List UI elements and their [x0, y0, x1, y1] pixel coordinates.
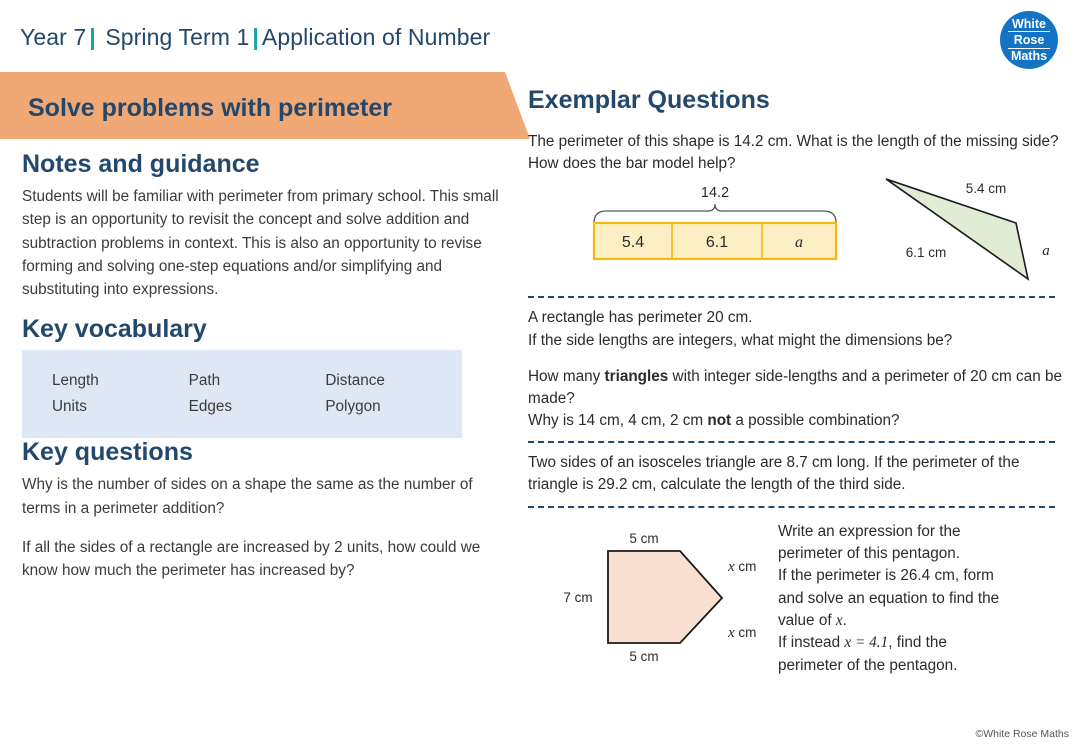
- brace-icon: [593, 204, 837, 224]
- pentagon-upper-right-label: x cm: [727, 559, 756, 575]
- triangle-top-label: 5.4 cm: [966, 181, 1007, 196]
- logo-line-maths: Maths: [1010, 48, 1048, 63]
- exemplar-q2-line2: If the side lengths are integers, what m…: [528, 331, 953, 349]
- breadcrumb-separator-2: |: [252, 24, 259, 50]
- key-question-2: If all the sides of a rectangle are incr…: [22, 538, 481, 579]
- notes-section: Notes and guidance Students will be fami…: [22, 150, 500, 301]
- q5-line-6: If instead x = 4.1, find the: [778, 632, 1068, 654]
- breadcrumb-term: Spring Term 1: [105, 24, 250, 50]
- q5-line-5: value of x.: [778, 610, 1068, 632]
- q5-line-7: perimeter of the pentagon.: [778, 656, 958, 674]
- vocab-term: Length: [52, 372, 99, 390]
- vocab-term: Distance: [325, 372, 385, 390]
- notes-text: Students will be familiar with perimeter…: [22, 188, 499, 298]
- question-1-diagrams: 14.2 5.4 6.1 a 5.4 cm 6.1 cm a: [528, 175, 1068, 287]
- page-header: Year 7 | Spring Term 1 | Application of Num…: [0, 0, 1084, 72]
- triangle-shape: [885, 178, 1030, 282]
- bar-cell-label: a: [795, 234, 803, 251]
- exemplar-q5-text: Write an expression for the perimeter of…: [778, 521, 1068, 677]
- vocab-term: Path: [188, 372, 221, 390]
- q5-var-x: x: [835, 611, 843, 629]
- vocab-term: Polygon: [325, 398, 381, 416]
- q5-line-4: and solve an equation to find the: [778, 589, 1000, 607]
- exemplar-q4-text: Two sides of an isosceles triangle are 8…: [528, 454, 1020, 494]
- q3-text-d: a possible combination?: [731, 412, 900, 430]
- pentagon-left-label: 7 cm: [563, 590, 592, 605]
- triangle-left-label: 6.1 cm: [906, 245, 947, 260]
- breadcrumb-separator-1: |: [89, 24, 96, 50]
- exemplar-heading: Exemplar Questions: [528, 86, 770, 114]
- key-questions-section: Key questions Why is the number of sides…: [22, 438, 500, 582]
- vocab-term: Edges: [188, 398, 233, 416]
- exemplar-q3-line1: How many triangles with integer side-len…: [528, 366, 1068, 410]
- bar-model-total-label: 14.2: [701, 185, 729, 201]
- pentagon-lower-right-label: x cm: [727, 625, 756, 641]
- vocabulary-heading: Key vocabulary: [22, 315, 207, 344]
- q3-text-a: How many: [528, 367, 605, 385]
- divider-2: [528, 441, 1055, 444]
- breadcrumb-topic: Application of Number: [261, 24, 491, 50]
- q3-text-c: Why is 14 cm, 4 cm, 2 cm: [528, 412, 708, 430]
- footer-copyright: ©White Rose Maths: [975, 728, 1069, 740]
- breadcrumb-year: Year 7: [20, 24, 87, 50]
- exemplar-q3-line2: Why is 14 cm, 4 cm, 2 cm not a possible …: [528, 410, 1068, 432]
- vocabulary-row: Units Edges Polygon: [22, 394, 462, 420]
- key-questions-heading: Key questions: [22, 438, 193, 467]
- logo-line-rose: Rose: [1008, 31, 1050, 49]
- q5-l5-post: .: [842, 611, 847, 629]
- pentagon-diagram: 5 cm 7 cm 5 cm x cm x cm: [563, 531, 756, 664]
- q5-line-1: Write an expression for the: [778, 522, 961, 540]
- vocabulary-row: Length Path Distance: [22, 368, 462, 394]
- pentagon-shape: [607, 549, 724, 644]
- q5-equation: x = 4.1: [844, 634, 889, 652]
- q5-l6-post: , find the: [888, 634, 947, 652]
- exemplar-q1-text: The perimeter of this shape is 14.2 cm. …: [528, 133, 1059, 173]
- divider-1: [528, 296, 1055, 299]
- bar-model-diagram: 14.2 5.4 6.1 a: [592, 185, 838, 261]
- exemplar-question-3: How many triangles with integer side-len…: [528, 366, 1068, 433]
- triangle-diagram: 5.4 cm 6.1 cm a: [885, 178, 1050, 282]
- q5-l6-pre: If instead: [778, 634, 845, 652]
- right-column: Exemplar Questions The perimeter of this…: [528, 86, 1068, 677]
- q5-line-3: If the perimeter is 26.4 cm, form: [778, 567, 994, 585]
- bar-cell-label: 5.4: [622, 234, 644, 251]
- breadcrumb: Year 7 | Spring Term 1 | Application of Num…: [20, 24, 490, 51]
- q3-bold-not: not: [707, 412, 732, 430]
- left-column: Notes and guidance Students will be fami…: [22, 150, 500, 582]
- q3-bold-triangles: triangles: [604, 367, 669, 385]
- exemplar-question-5: 5 cm 7 cm 5 cm x cm x cm Write an expres…: [528, 517, 1068, 677]
- bar-cell-label: 6.1: [706, 234, 728, 251]
- white-rose-maths-logo: White Rose Maths: [1000, 11, 1058, 69]
- notes-heading: Notes and guidance: [22, 150, 260, 178]
- triangle-right-label: a: [1042, 243, 1050, 259]
- exemplar-question-4: Two sides of an isosceles triangle are 8…: [528, 452, 1068, 496]
- exemplar-q2-line1: A rectangle has perimeter 20 cm.: [528, 309, 753, 327]
- q5-l5-pre: value of: [778, 611, 836, 629]
- logo-line-white: White: [1011, 16, 1047, 31]
- divider-3: [528, 505, 1055, 508]
- worksheet-page: Year 7 | Spring Term 1 | Application of Num…: [0, 0, 1084, 750]
- pentagon-bottom-label: 5 cm: [629, 649, 658, 664]
- vocabulary-section: Key vocabulary Length Path Distance Unit…: [22, 315, 500, 439]
- vocab-term: Units: [52, 398, 87, 416]
- q5-line-2: perimeter of this pentagon.: [778, 544, 960, 562]
- key-question-1: Why is the number of sides on a shape th…: [22, 476, 473, 517]
- page-title: Solve problems with perimeter: [28, 94, 392, 122]
- vocabulary-box: Length Path Distance Units Edges Polygon: [22, 350, 462, 439]
- pentagon-top-label: 5 cm: [629, 531, 658, 546]
- exemplar-question-1: The perimeter of this shape is 14.2 cm. …: [528, 131, 1068, 287]
- exemplar-question-2: A rectangle has perimeter 20 cm. If the …: [528, 307, 1068, 351]
